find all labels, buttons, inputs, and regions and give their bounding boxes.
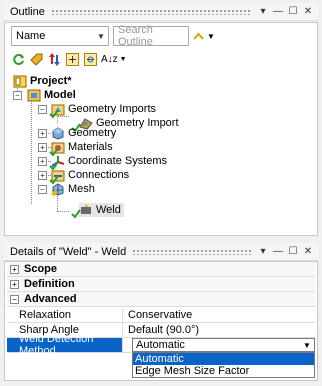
- expand-toggle[interactable]: +: [10, 279, 19, 289]
- check-icon: [71, 209, 81, 219]
- tree-item-label: Weld: [96, 204, 121, 216]
- search-direction-control[interactable]: ▼: [193, 28, 223, 44]
- tree-item-label: Geometry Imports: [68, 103, 157, 115]
- tree-item-coordinate-systems[interactable]: Coordinate Systems: [51, 154, 167, 168]
- weld-icon: [81, 203, 91, 214]
- section-advanced[interactable]: − Advanced: [7, 292, 315, 307]
- section-scope[interactable]: + Scope: [7, 262, 315, 277]
- dropdown-option-automatic[interactable]: Automatic: [133, 353, 314, 365]
- geometry-icon: [52, 126, 64, 140]
- search-placeholder: Search Outline: [118, 24, 153, 48]
- tree-item-label: Connections: [68, 169, 130, 181]
- details-titlebar: Details of "Weld" - Weld ▾ — ☐ ✕: [4, 243, 318, 261]
- dropdown-option-edge-mesh-size-factor[interactable]: Edge Mesh Size Factor: [133, 365, 314, 377]
- details-panel: + Scope + Definition − Advanced Relaxati…: [4, 261, 318, 381]
- model-icon: [27, 89, 41, 101]
- minimize-icon[interactable]: —: [272, 246, 284, 257]
- lightning-icon: [51, 189, 58, 199]
- details-title: Details of "Weld" - Weld: [10, 245, 127, 258]
- tree-item-connections[interactable]: Connections: [51, 168, 129, 182]
- minimize-icon[interactable]: —: [272, 6, 284, 17]
- details-grip[interactable]: [132, 248, 251, 255]
- name-combo-value: Name: [16, 30, 46, 42]
- search-input[interactable]: Search Outline: [113, 24, 189, 48]
- search-options-icon[interactable]: ▼: [207, 32, 215, 41]
- section-label: Definition: [24, 278, 75, 290]
- tree-item-label: Materials: [68, 141, 113, 153]
- collapse-toggle[interactable]: −: [38, 105, 47, 114]
- section-definition[interactable]: + Definition: [7, 277, 315, 292]
- pin-dropdown-icon[interactable]: ▾: [257, 246, 269, 257]
- weld-detection-method-select[interactable]: Automatic ▼: [132, 338, 315, 352]
- section-label: Advanced: [24, 293, 77, 305]
- property-value[interactable]: Default (90.0°): [123, 324, 199, 336]
- collapse-toggle[interactable]: −: [38, 185, 47, 194]
- outline-grip[interactable]: [50, 8, 251, 15]
- expand-all-icon[interactable]: [65, 52, 79, 66]
- tag-icon[interactable]: [29, 52, 43, 66]
- outline-toolbar: A↓z ▼: [11, 51, 127, 67]
- collapse-toggle[interactable]: −: [10, 294, 19, 304]
- property-value[interactable]: Conservative: [123, 309, 192, 321]
- expand-toggle[interactable]: +: [38, 129, 47, 138]
- expand-toggle[interactable]: +: [38, 171, 47, 180]
- maximize-icon[interactable]: ☐: [287, 246, 299, 257]
- maximize-icon[interactable]: ☐: [287, 6, 299, 17]
- check-icon: [49, 109, 59, 119]
- outline-title: Outline: [10, 5, 45, 18]
- tree-item-materials[interactable]: Materials: [51, 140, 113, 154]
- refresh-icon[interactable]: [11, 52, 25, 66]
- outline-titlebar: Outline ▾ — ☐ ✕: [4, 3, 318, 21]
- select-value: Automatic: [136, 339, 185, 351]
- sort-order-icon[interactable]: [47, 52, 61, 66]
- tree-item-label: Coordinate Systems: [68, 155, 168, 167]
- chevron-down-icon[interactable]: ▼: [300, 341, 314, 350]
- tree-item-label: Model: [44, 89, 76, 101]
- project-icon: [13, 75, 27, 87]
- tree-item-model[interactable]: Model: [27, 88, 76, 102]
- property-key: Relaxation: [7, 308, 123, 322]
- tree-line: [31, 95, 32, 204]
- sort-alphabetical-icon[interactable]: A↓z ▼: [101, 52, 127, 66]
- tree-line: [57, 211, 69, 212]
- pin-dropdown-icon[interactable]: ▾: [257, 6, 269, 17]
- tree-item-geometry[interactable]: Geometry: [51, 126, 116, 140]
- sort-label: A↓z: [101, 53, 118, 65]
- tree-item-weld[interactable]: Weld: [79, 203, 124, 217]
- collapse-all-icon[interactable]: [83, 52, 97, 66]
- collapse-toggle[interactable]: −: [13, 91, 22, 100]
- close-icon[interactable]: ✕: [302, 6, 314, 17]
- expand-toggle[interactable]: +: [38, 143, 47, 152]
- tree-item-label: Geometry: [68, 127, 117, 139]
- expand-toggle[interactable]: +: [38, 157, 47, 166]
- tree-item-project[interactable]: Project*: [13, 74, 72, 88]
- name-combo[interactable]: Name ▼: [11, 26, 109, 46]
- tree-item-geometry-imports[interactable]: Geometry Imports: [51, 102, 156, 116]
- close-icon[interactable]: ✕: [302, 246, 314, 257]
- chevron-down-icon: ▼: [97, 31, 105, 41]
- property-key: Weld Detection Method: [7, 333, 123, 357]
- property-row-relaxation[interactable]: Relaxation Conservative: [7, 308, 315, 323]
- outline-panel: Name ▼ Search Outline ▼ A↓z ▼ Project* −…: [4, 22, 318, 236]
- section-label: Scope: [24, 263, 58, 275]
- dropdown-list: Automatic Edge Mesh Size Factor: [132, 352, 315, 378]
- tree-item-label: Mesh: [68, 183, 95, 195]
- tree-item-label: Project*: [30, 75, 72, 87]
- expand-toggle[interactable]: +: [10, 264, 19, 274]
- chevron-up-icon[interactable]: [193, 32, 204, 40]
